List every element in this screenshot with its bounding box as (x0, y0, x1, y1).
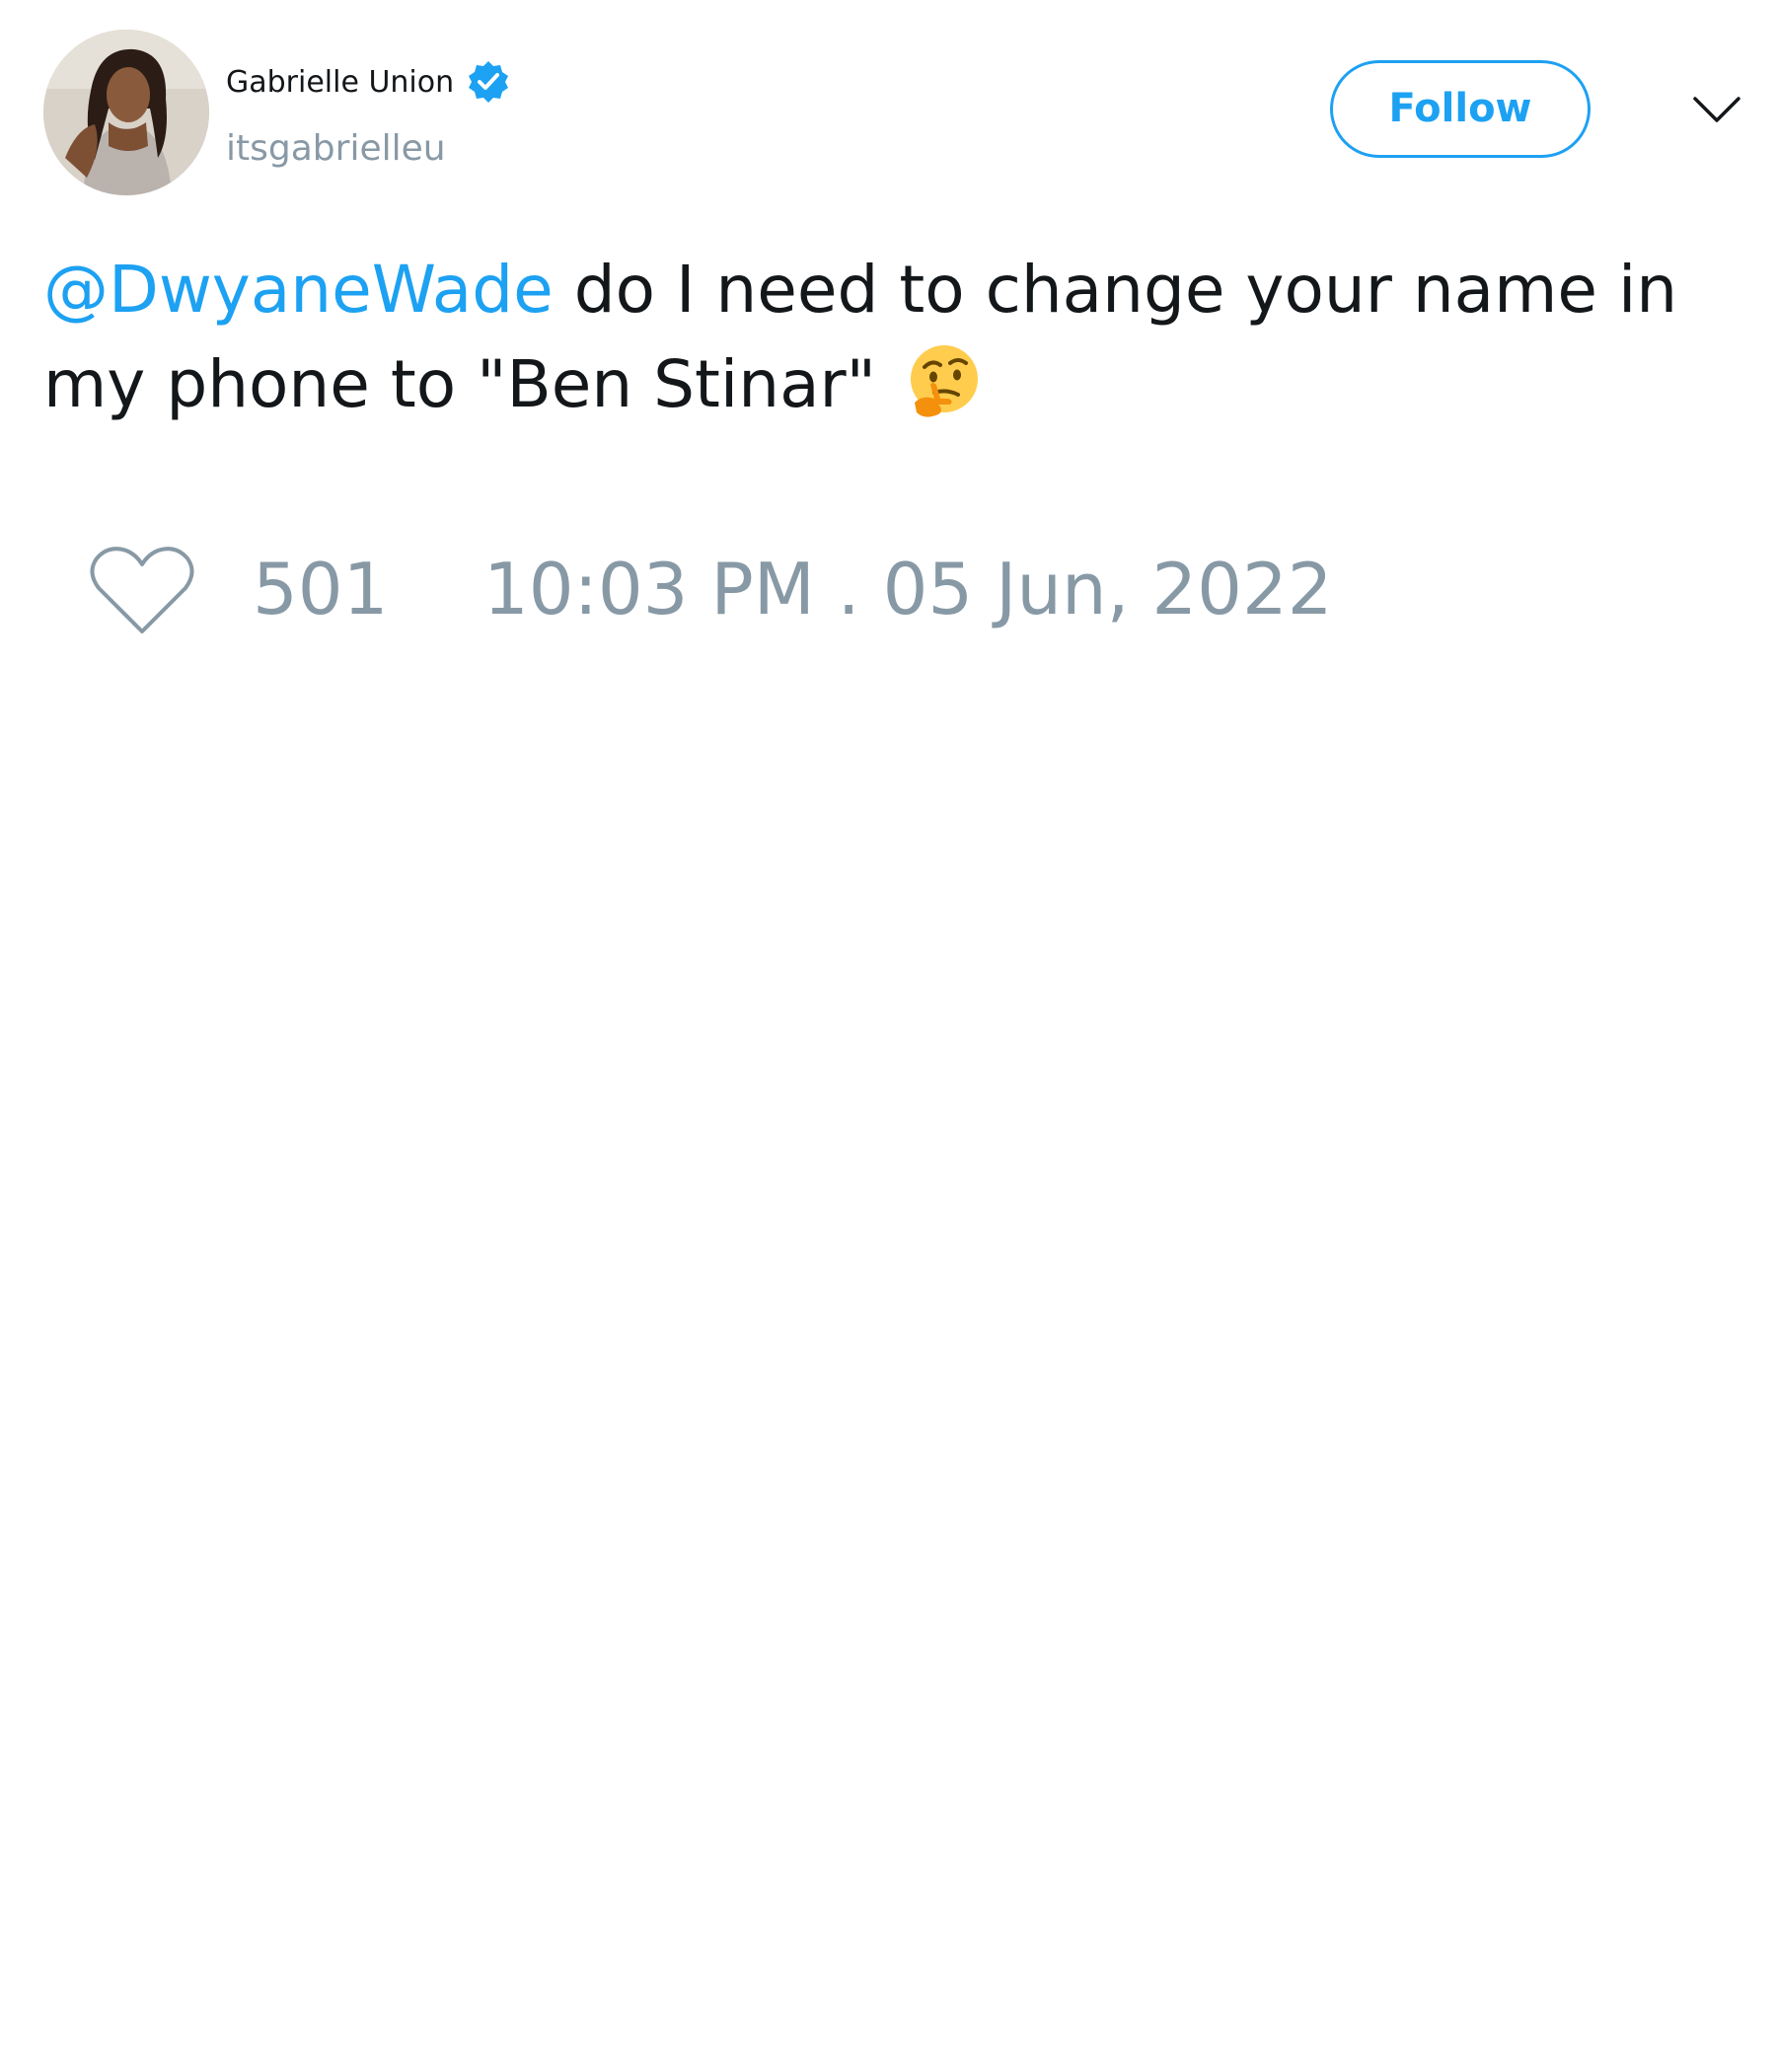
tweet-card: Gabrielle Union itsgabrielleu Follow @Dw… (0, 0, 1776, 2072)
tweet-text: @DwyaneWade do I need to change your nam… (43, 243, 1770, 432)
thinking-face-emoji-icon (905, 341, 984, 420)
profile-photo-icon (43, 30, 209, 195)
heart-icon[interactable] (89, 543, 195, 637)
verified-badge-icon (466, 59, 511, 105)
avatar[interactable] (43, 30, 209, 195)
tweet-timestamp[interactable]: 10:03 PM . 05 Jun, 2022 (483, 547, 1333, 631)
display-name[interactable]: Gabrielle Union (226, 63, 454, 103)
like-count: 501 (253, 548, 389, 630)
user-handle[interactable]: itsgabrielleu (226, 126, 446, 172)
chevron-down-icon[interactable] (1689, 89, 1744, 128)
mention-link[interactable]: @DwyaneWade (43, 252, 554, 328)
follow-button[interactable]: Follow (1330, 60, 1591, 158)
